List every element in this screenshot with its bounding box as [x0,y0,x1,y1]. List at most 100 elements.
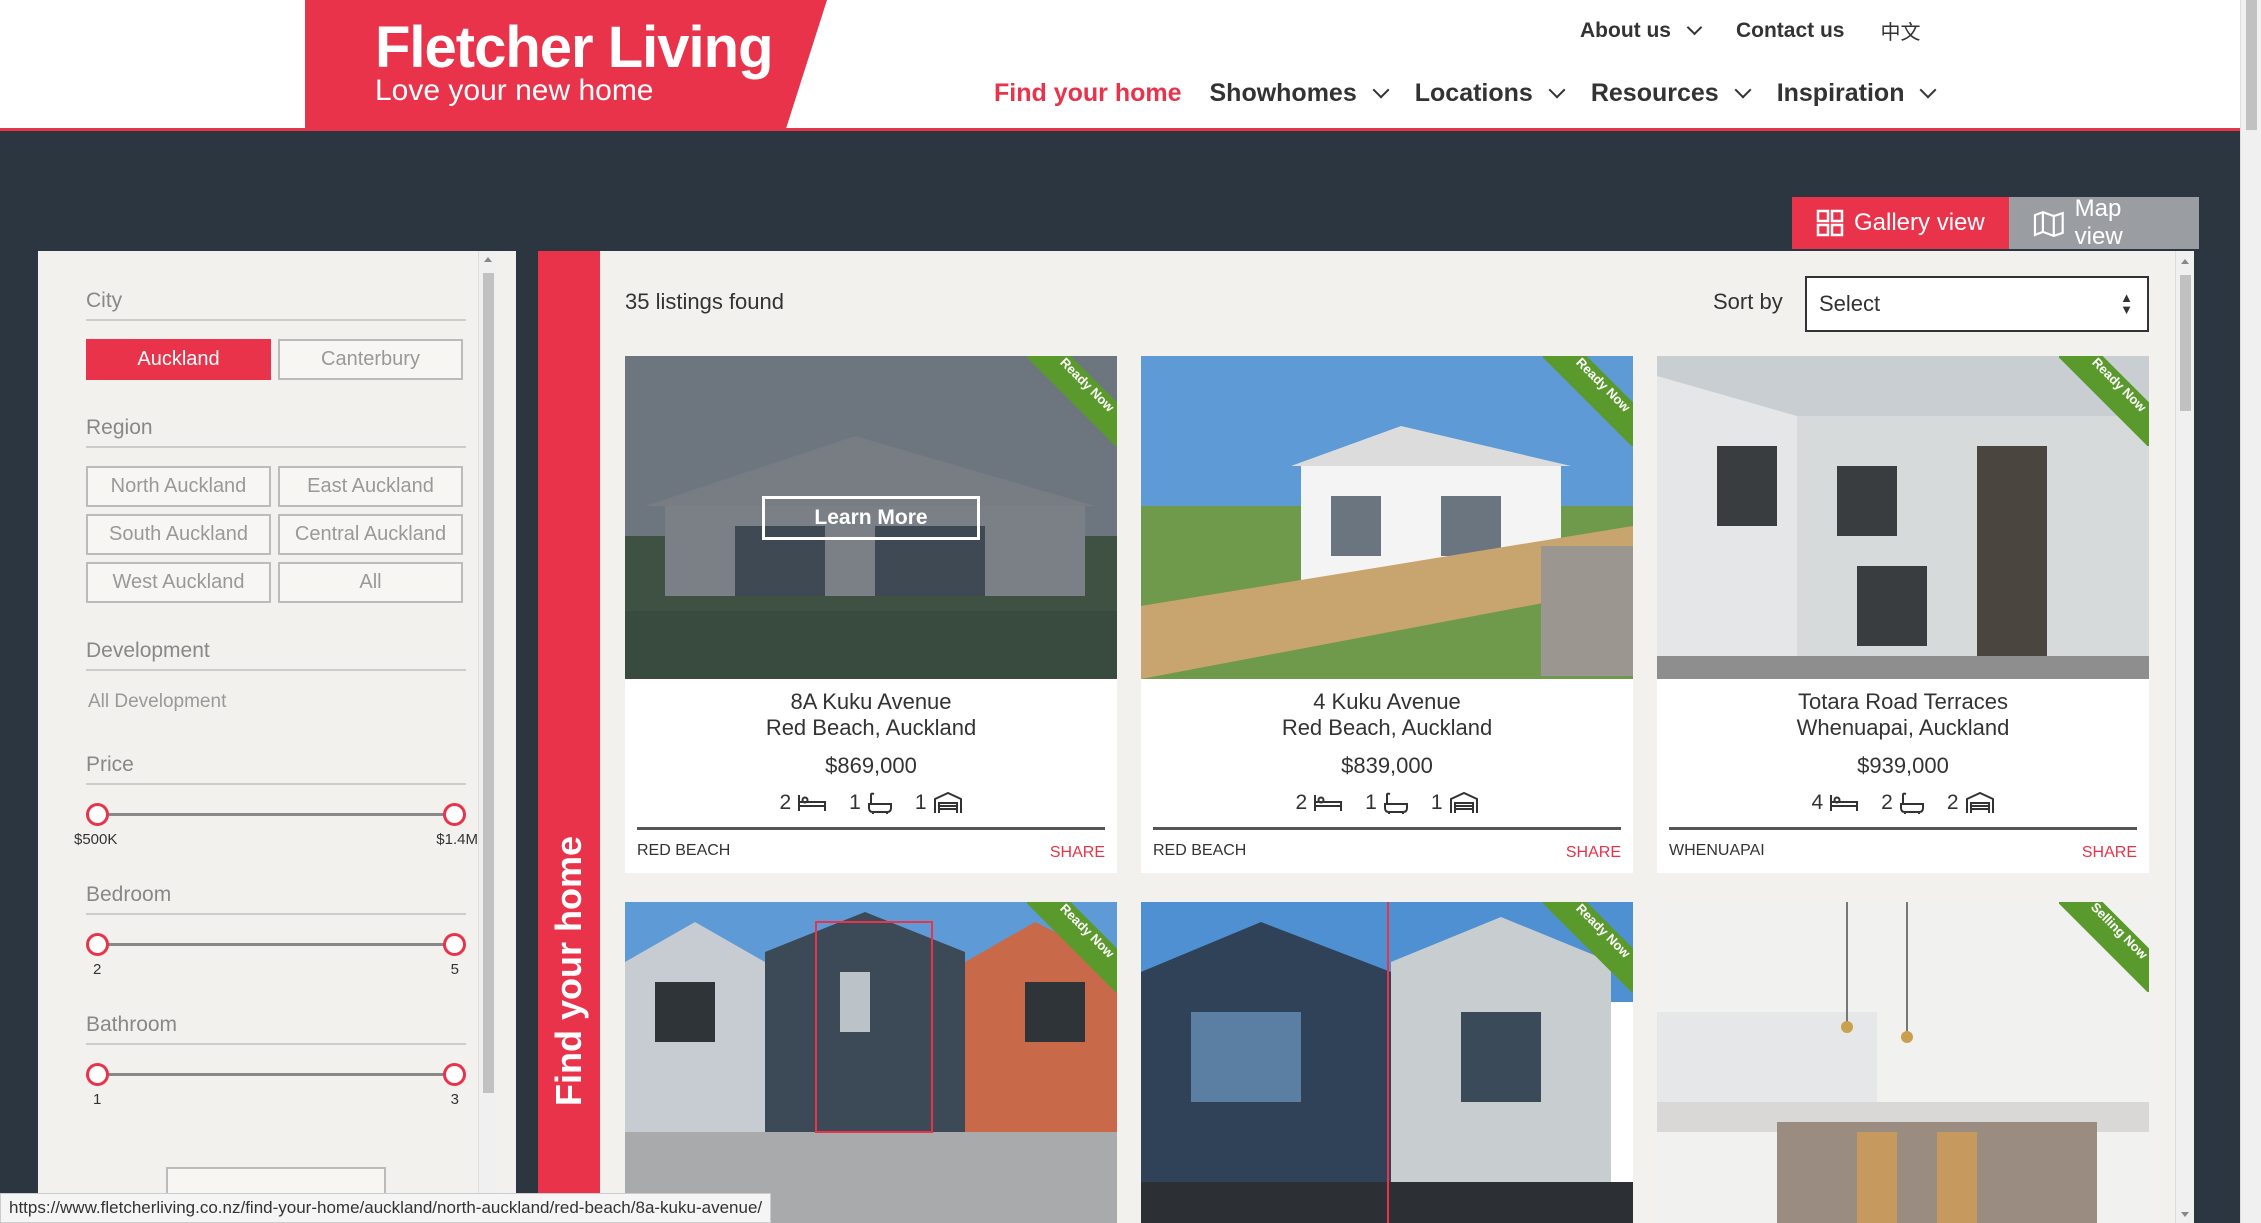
listing-card[interactable]: Learn More Ready Now 8A Kuku Avenue Red … [625,356,1117,873]
garage-count: 1 [914,791,927,814]
scrollbar-thumb[interactable] [483,273,494,1093]
nav-contact-us[interactable]: Contact us [1736,19,1845,43]
brand-tagline: Love your new home [375,74,654,107]
nav-find-your-home-label: Find your home [994,79,1182,107]
status-ribbon-label: Ready Now [2059,356,2149,446]
main-nav: Find your home Showhomes Locations Resou… [980,74,1949,134]
find-your-home-tab-label: Find your home [548,836,589,1106]
city-option-auckland[interactable]: Auckland [86,339,271,380]
scroll-up-arrow-icon[interactable] [2181,259,2189,264]
listing-price: $939,000 [1857,753,1949,778]
bathroom-count: 2 [1881,791,1893,814]
share-link[interactable]: SHARE [2082,844,2137,862]
nav-language-chinese[interactable]: 中文 [1881,16,1921,45]
map-view-label: Map view [2074,195,2123,250]
status-ribbon-label: Ready Now [1543,902,1633,992]
scroll-down-arrow-icon[interactable] [2181,1212,2189,1217]
listing-card[interactable]: Ready Now [625,902,1117,1223]
find-your-home-tab[interactable]: Find your home [538,251,600,1223]
price-min-handle[interactable] [86,803,109,826]
nav-showhomes-label: Showhomes [1209,79,1357,107]
status-ribbon-label: Selling Now [2059,902,2149,992]
map-view-button[interactable]: Map view [2009,195,2199,250]
bedroom-range-slider[interactable]: 2 5 [86,933,466,993]
nav-locations[interactable]: Locations [1401,74,1577,131]
listing-card[interactable]: Ready Now Totara Road Terraces Whenuapai… [1657,356,2149,873]
bathroom-filter-label: Bathroom [86,1013,466,1045]
status-ribbon: Ready Now [2059,356,2149,446]
nav-locations-label: Locations [1414,79,1533,107]
sidebar-scrollbar[interactable] [478,251,497,1223]
slider-track [96,943,456,946]
listing-card[interactable]: Selling Now [1657,902,2149,1223]
nav-about-us[interactable]: About us [1580,18,1703,43]
listing-photo[interactable]: Ready Now [625,902,1117,1223]
listing-price: $869,000 [825,753,917,778]
listing-photo[interactable]: Selling Now [1657,902,2149,1223]
status-ribbon-label: Ready Now [1027,356,1117,446]
nav-find-your-home[interactable]: Find your home [980,74,1196,134]
listing-locality: Red Beach, Auckland [1281,715,1493,740]
garage-count: 2 [1946,791,1959,814]
bedroom-min-value: 2 [93,961,102,978]
region-option-central-auckland[interactable]: Central Auckland [278,514,463,555]
bedroom-max-handle[interactable] [443,933,466,956]
region-option-all[interactable]: All [278,562,463,603]
region-option-north-auckland[interactable]: North Auckland [86,466,271,507]
region-filter-label: Region [86,416,466,448]
window-scrollbar[interactable] [2240,0,2261,1223]
bathroom-count: 1 [849,791,861,814]
bedroom-count: 4 [1811,791,1824,814]
region-option-east-auckland[interactable]: East Auckland [278,466,463,507]
nav-about-us-label: About us [1580,18,1671,42]
region-filter: Region North Auckland East Auckland Sout… [86,416,466,603]
site-header: Fletcher Living Love your new home About… [0,0,2240,134]
listing-card[interactable]: Ready Now [1141,902,1633,1223]
listing-price: $839,000 [1341,753,1433,778]
grid-icon [1816,209,1844,237]
status-ribbon: Ready Now [1027,356,1117,446]
listing-count: 35 listings found [625,289,784,314]
scroll-up-arrow-icon[interactable] [484,257,492,262]
gallery-view-button[interactable]: Gallery view [1792,197,2009,249]
bedroom-max-value: 5 [450,961,459,978]
development-select[interactable]: All Development [88,691,466,713]
status-ribbon: Ready Now [1543,902,1633,992]
bathroom-range-slider[interactable]: 1 3 [86,1063,466,1123]
slider-track [96,1073,456,1076]
share-link[interactable]: SHARE [1566,844,1621,862]
status-ribbon-label: Ready Now [1543,356,1633,446]
brand-logo[interactable]: Fletcher Living Love your new home [305,0,827,131]
listing-photo[interactable]: Learn More Ready Now [625,356,1117,679]
region-option-south-auckland[interactable]: South Auckland [86,514,271,555]
nav-inspiration[interactable]: Inspiration [1763,74,1949,131]
nav-showhomes[interactable]: Showhomes [1196,74,1401,131]
bedroom-min-handle[interactable] [86,933,109,956]
nav-resources[interactable]: Resources [1577,74,1763,131]
learn-more-button[interactable]: Learn More [762,496,980,540]
region-option-west-auckland[interactable]: West Auckland [86,562,271,603]
share-link[interactable]: SHARE [1050,844,1105,862]
city-option-canterbury[interactable]: Canterbury [278,339,463,380]
listings-scrollbar[interactable] [2175,251,2194,1223]
sort-select[interactable]: Select ▲ ▼ [1805,276,2149,332]
chevron-down-icon [1734,81,1752,98]
bathroom-min-handle[interactable] [86,1063,109,1086]
listing-locality: Red Beach, Auckland [765,715,977,740]
price-max-handle[interactable] [443,803,466,826]
development-filter: Development All Development [86,639,466,713]
listing-photo[interactable]: Ready Now [1141,356,1633,679]
scrollbar-thumb[interactable] [2246,0,2257,130]
listing-street: Totara Road Terraces [1798,689,2008,714]
chevron-down-icon [1919,81,1937,98]
price-range-slider[interactable]: $500K $1.4M [74,803,478,863]
listing-photo[interactable]: Ready Now [1141,902,1633,1223]
sort-select-value: Select [1819,291,1881,316]
bathroom-max-handle[interactable] [443,1063,466,1086]
scrollbar-thumb[interactable] [2180,275,2191,411]
bathroom-max-value: 3 [450,1091,459,1108]
bed-icon [798,795,827,811]
development-filter-label: Development [86,639,466,671]
listing-photo[interactable]: Ready Now [1657,356,2149,679]
listing-card[interactable]: Ready Now 4 Kuku Avenue Red Beach, Auckl… [1141,356,1633,873]
